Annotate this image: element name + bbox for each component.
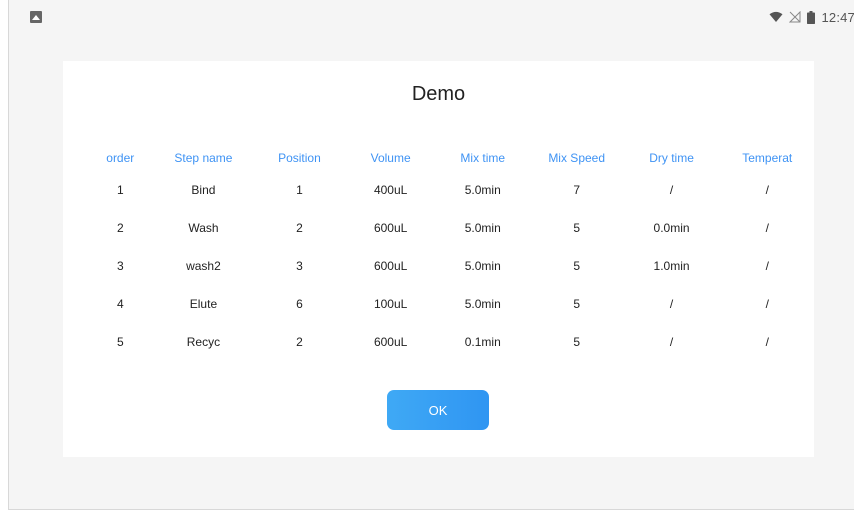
cell-position: 1 bbox=[296, 183, 303, 197]
cell-temperature: / bbox=[765, 297, 769, 311]
cell-mix-speed: 5 bbox=[573, 335, 581, 349]
ok-button[interactable]: OK bbox=[387, 390, 489, 430]
cell-mix-time: 0.1min bbox=[464, 335, 501, 349]
device-screen: 12:47 Demo order Step name Position Volu… bbox=[8, 0, 854, 510]
column-header-order: order bbox=[106, 151, 135, 165]
steps-table: order Step name Position Volume Mix time… bbox=[86, 145, 814, 361]
no-signal-icon bbox=[789, 11, 801, 23]
column-header-mix-time: Mix time bbox=[460, 151, 506, 165]
cell-order: 1 bbox=[116, 183, 124, 197]
cell-position: 2 bbox=[296, 335, 303, 349]
cell-temperature: / bbox=[765, 183, 769, 197]
cell-volume: 600uL bbox=[373, 221, 408, 235]
cell-dry-time: / bbox=[669, 297, 674, 311]
cell-order: 2 bbox=[116, 221, 124, 235]
cell-mix-speed: 5 bbox=[573, 221, 581, 235]
cell-step-name: Recyc bbox=[186, 335, 221, 349]
wifi-icon bbox=[769, 11, 783, 22]
cell-position: 6 bbox=[296, 297, 303, 311]
dialog-title: Demo bbox=[411, 83, 466, 105]
status-time: 12:47 bbox=[821, 9, 854, 25]
cell-position: 2 bbox=[296, 221, 303, 235]
status-icons: 12:47 bbox=[769, 9, 854, 25]
cell-position: 3 bbox=[296, 259, 303, 273]
table-row: 3 wash2 3 600uL 5.0min 5 1.0min / bbox=[86, 247, 814, 285]
cell-volume: 600uL bbox=[373, 259, 408, 273]
cell-step-name: Bind bbox=[191, 183, 216, 197]
cell-mix-speed: 5 bbox=[573, 259, 581, 273]
cell-mix-time: 5.0min bbox=[464, 297, 501, 311]
cell-order: 4 bbox=[116, 297, 124, 311]
table-row: 1 Bind 1 400uL 5.0min 7 / / bbox=[86, 171, 814, 209]
cell-mix-time: 5.0min bbox=[464, 183, 501, 197]
table-row: 4 Elute 6 100uL 5.0min 5 / / bbox=[86, 285, 814, 323]
column-header-position: Position bbox=[278, 151, 321, 165]
cell-step-name: Elute bbox=[189, 297, 218, 311]
cell-volume: 100uL bbox=[373, 297, 408, 311]
cell-temperature: / bbox=[765, 259, 769, 273]
column-header-step-name: Step name bbox=[174, 151, 233, 165]
cell-mix-time: 5.0min bbox=[464, 221, 501, 235]
status-bar: 12:47 bbox=[9, 0, 854, 38]
table-row: 2 Wash 2 600uL 5.0min 5 0.0min / bbox=[86, 209, 814, 247]
column-header-volume: Volume bbox=[370, 151, 411, 165]
cell-mix-time: 5.0min bbox=[464, 259, 501, 273]
battery-icon bbox=[807, 10, 816, 24]
cell-step-name: Wash bbox=[188, 221, 219, 235]
cell-dry-time: 0.0min bbox=[653, 221, 690, 235]
table-header-row: order Step name Position Volume Mix time… bbox=[86, 145, 814, 171]
column-header-dry-time: Dry time bbox=[649, 151, 694, 165]
cell-mix-speed: 7 bbox=[573, 183, 581, 197]
gallery-icon bbox=[30, 11, 42, 23]
cell-dry-time: / bbox=[669, 335, 674, 349]
cell-dry-time: / bbox=[669, 183, 674, 197]
cell-temperature: / bbox=[765, 335, 769, 349]
column-header-temperature: Temperat bbox=[742, 151, 793, 165]
cell-temperature: / bbox=[765, 221, 769, 235]
cell-order: 5 bbox=[116, 335, 124, 349]
cell-dry-time: 1.0min bbox=[653, 259, 690, 273]
cell-volume: 400uL bbox=[373, 183, 408, 197]
table-row: 5 Recyc 2 600uL 0.1min 5 / / bbox=[86, 323, 814, 361]
demo-dialog: Demo order Step name Position Volume Mix… bbox=[63, 61, 814, 457]
column-header-mix-speed: Mix Speed bbox=[548, 151, 606, 165]
cell-mix-speed: 5 bbox=[573, 297, 581, 311]
cell-volume: 600uL bbox=[373, 335, 408, 349]
cell-order: 3 bbox=[116, 259, 124, 273]
cell-step-name: wash2 bbox=[186, 259, 221, 273]
